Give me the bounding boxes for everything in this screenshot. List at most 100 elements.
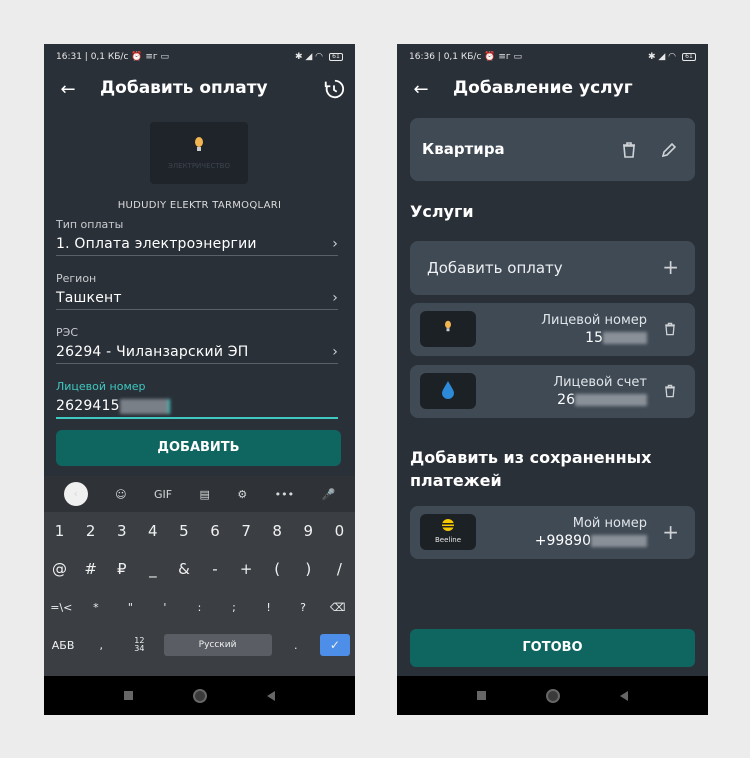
edit-pencil-icon[interactable] xyxy=(659,140,679,160)
electricity-logo xyxy=(420,311,476,347)
keyboard: ‹ ☺ GIF ▤ ⚙ ••• 🎤 1 2 3 4 5 6 7 8 9 0 @ … xyxy=(44,476,355,676)
gif-button[interactable]: GIF xyxy=(154,488,172,501)
key[interactable]: ( xyxy=(263,560,291,578)
phone-left: 16:31 | 0,1 КБ/с ⏰ ≡г ▭ ✱ ◢ ◠ 61 ← Добав… xyxy=(44,44,355,715)
enter-key[interactable]: ✓ xyxy=(319,634,350,656)
bulb-icon xyxy=(445,320,451,332)
keyboard-row-digits: 1 2 3 4 5 6 7 8 9 0 xyxy=(44,512,355,550)
redacted-text xyxy=(591,535,647,547)
key[interactable]: 4 xyxy=(139,522,167,540)
service-value: 26 xyxy=(557,392,575,408)
saved-label: Мой номер xyxy=(572,516,647,531)
group-name: Квартира xyxy=(422,140,505,158)
nav-back-icon[interactable] xyxy=(267,690,275,701)
key[interactable]: * xyxy=(82,601,110,614)
key[interactable]: # xyxy=(77,560,105,578)
home-icon[interactable] xyxy=(546,688,560,703)
key[interactable]: @ xyxy=(46,560,74,578)
key[interactable]: 0 xyxy=(325,522,353,540)
field-label: Регион xyxy=(56,272,97,285)
backspace-icon[interactable]: ⌫ xyxy=(324,601,352,614)
abc-key[interactable]: АБВ xyxy=(49,639,77,652)
beeline-logo: Beeline xyxy=(420,514,476,550)
key[interactable]: _ xyxy=(139,560,167,578)
settings-gear-icon[interactable]: ⚙ xyxy=(237,488,247,501)
field-label: Лицевой номер xyxy=(56,380,146,393)
more-icon[interactable]: ••• xyxy=(275,488,294,501)
microphone-icon[interactable]: 🎤 xyxy=(322,488,336,501)
back-arrow-icon[interactable]: ← xyxy=(56,78,80,102)
key[interactable]: 5 xyxy=(170,522,198,540)
key[interactable]: / xyxy=(325,560,353,578)
redacted-text xyxy=(575,394,647,406)
key[interactable]: 7 xyxy=(232,522,260,540)
page-title: Добавление услуг xyxy=(453,78,633,98)
key[interactable]: : xyxy=(185,601,213,614)
service-item[interactable]: Лицевой номер 15 xyxy=(410,303,695,356)
group-card[interactable]: Квартира xyxy=(410,118,695,181)
space-key[interactable]: Русский xyxy=(163,634,272,656)
add-button[interactable]: ДОБАВИТЬ xyxy=(56,430,341,466)
collapse-icon[interactable]: ‹ xyxy=(63,482,88,506)
beeline-logo-text: Beeline xyxy=(434,536,462,544)
trash-icon[interactable] xyxy=(662,320,678,338)
region-field[interactable]: Регион Ташкент › xyxy=(56,272,338,310)
keyboard-toolbar: ‹ ☺ GIF ▤ ⚙ ••• 🎤 xyxy=(44,476,355,512)
status-icons: ✱ ◢ ◠ xyxy=(647,52,676,62)
done-button[interactable]: ГОТОВО xyxy=(410,629,695,667)
key[interactable]: ; xyxy=(220,601,248,614)
account-number-field[interactable]: Лицевой номер 2629415 xyxy=(56,380,338,419)
recents-icon[interactable] xyxy=(124,691,133,700)
key[interactable]: " xyxy=(116,601,144,614)
provider-logo: ЭЛЕКТРИЧЕСТВО xyxy=(150,122,248,184)
page-title: Добавить оплату xyxy=(100,78,268,98)
key[interactable]: 2 xyxy=(77,522,105,540)
status-time: 16:31 | 0,1 КБ/с ⏰ ≡г ▭ xyxy=(56,52,169,62)
home-icon[interactable] xyxy=(193,688,207,703)
status-bar: 16:31 | 0,1 КБ/с ⏰ ≡г ▭ ✱ ◢ ◠ 61 xyxy=(44,44,355,70)
provider-name: HUDUDIY ELEKTR TARMOQLARI xyxy=(117,200,282,211)
field-label: Тип оплаты xyxy=(56,218,124,231)
key[interactable]: ! xyxy=(255,601,283,614)
key[interactable]: ? xyxy=(289,601,317,614)
clipboard-icon[interactable]: ▤ xyxy=(200,488,210,501)
key[interactable]: & xyxy=(170,560,198,578)
key[interactable]: 9 xyxy=(294,522,322,540)
nav-back-icon[interactable] xyxy=(620,690,628,701)
header: ← Добавление услуг xyxy=(397,70,708,110)
service-label: Лицевой номер xyxy=(541,313,647,328)
key[interactable]: 6 xyxy=(201,522,229,540)
chevron-right-icon: › xyxy=(332,290,338,306)
account-number-input[interactable]: 2629415 xyxy=(56,398,120,414)
dot-key[interactable]: . xyxy=(282,639,310,652)
res-field[interactable]: РЭС 26294 - Чиланзарский ЭП › xyxy=(56,326,338,364)
key[interactable]: =\< xyxy=(47,601,75,614)
recents-icon[interactable] xyxy=(477,691,486,700)
key[interactable]: ₽ xyxy=(108,560,136,578)
plus-icon[interactable]: + xyxy=(662,522,679,542)
key[interactable]: - xyxy=(201,560,229,578)
key[interactable]: ' xyxy=(151,601,179,614)
back-arrow-icon[interactable]: ← xyxy=(409,78,433,102)
key[interactable]: ) xyxy=(294,560,322,578)
saved-heading: Добавить из сохраненных платежей xyxy=(410,448,652,490)
emoji-sticker-icon[interactable]: ☺ xyxy=(115,488,126,501)
payment-type-field[interactable]: Тип оплаты 1. Оплата электроэнергии › xyxy=(56,218,338,256)
saved-payment-item[interactable]: Beeline Мой номер +99890 + xyxy=(410,506,695,559)
status-icons: ✱ ◢ ◠ xyxy=(294,52,323,62)
services-heading: Услуги xyxy=(410,202,474,221)
service-item[interactable]: Лицевой счет 26 xyxy=(410,365,695,418)
numbers-key[interactable]: 12 34 xyxy=(125,637,153,653)
trash-icon[interactable] xyxy=(619,140,639,160)
key[interactable]: 1 xyxy=(46,522,74,540)
key[interactable]: + xyxy=(232,560,260,578)
add-payment-button[interactable]: Добавить оплату + xyxy=(410,241,695,295)
key[interactable]: 8 xyxy=(263,522,291,540)
redacted-text xyxy=(603,332,647,344)
key[interactable]: 3 xyxy=(108,522,136,540)
trash-icon[interactable] xyxy=(662,382,678,400)
service-value: 15 xyxy=(585,330,603,346)
battery-icon: 61 xyxy=(329,53,343,61)
comma-key[interactable]: , xyxy=(87,639,115,652)
history-icon[interactable] xyxy=(323,78,345,100)
